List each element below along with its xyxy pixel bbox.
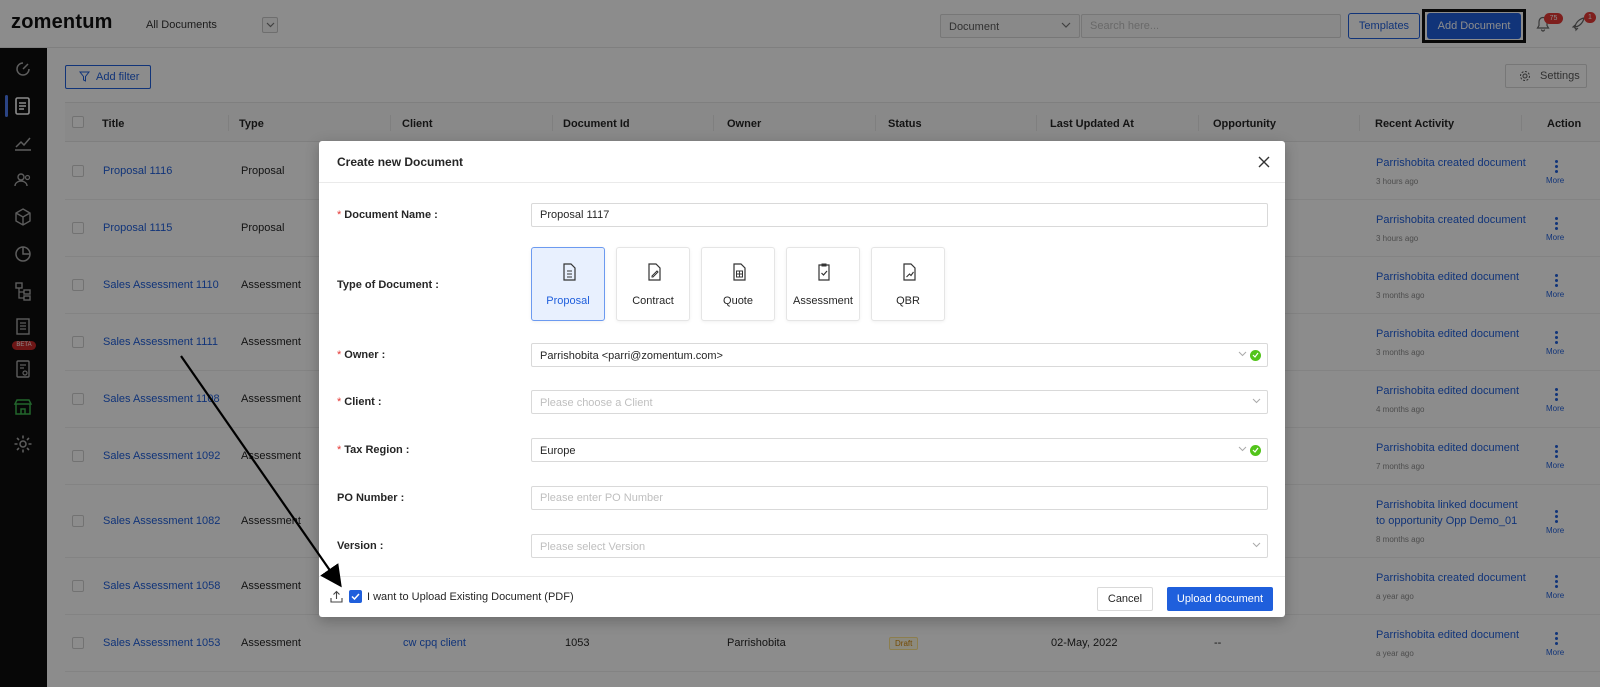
- close-icon[interactable]: [1257, 155, 1271, 169]
- upload-existing-checkbox[interactable]: [349, 590, 362, 603]
- type-card-proposal[interactable]: Proposal: [531, 247, 605, 321]
- check-circle-icon: [1250, 445, 1261, 456]
- create-document-modal: Create new Document *Document Name : Typ…: [319, 141, 1285, 617]
- po-number-input[interactable]: [531, 486, 1268, 510]
- quote-icon: [733, 263, 746, 281]
- chevron-down-icon: [1238, 446, 1247, 452]
- chevron-down-icon: [1252, 542, 1261, 548]
- type-card-qbr[interactable]: QBR: [871, 247, 945, 321]
- client-select[interactable]: Please choose a Client: [531, 390, 1268, 414]
- chevron-down-icon: [1238, 351, 1247, 357]
- chevron-down-icon: [1252, 398, 1261, 404]
- document-name-label-text: Document Name :: [344, 209, 438, 221]
- qbr-icon: [903, 263, 916, 281]
- check-circle-icon: [1250, 350, 1261, 361]
- type-of-document-label: Type of Document :: [337, 279, 439, 291]
- type-card-assessment[interactable]: Assessment: [786, 247, 860, 321]
- type-card-label: Contract: [632, 295, 674, 307]
- assessment-icon: [818, 263, 830, 281]
- tax-region-select[interactable]: Europe: [531, 438, 1268, 462]
- owner-label: * Owner :: [337, 349, 386, 361]
- version-select-placeholder: Please select Version: [540, 541, 646, 553]
- modal-title: Create new Document: [337, 155, 464, 169]
- tax-region-label: * Tax Region :: [337, 444, 410, 456]
- upload-icon: [330, 590, 343, 603]
- type-card-label: Assessment: [793, 295, 853, 307]
- proposal-icon: [563, 263, 576, 281]
- type-card-label: QBR: [896, 295, 920, 307]
- document-name-input[interactable]: [531, 203, 1268, 227]
- modal-header: Create new Document: [319, 141, 1285, 183]
- contract-icon: [648, 263, 661, 281]
- upload-existing-label[interactable]: I want to Upload Existing Document (PDF): [367, 591, 574, 603]
- cancel-button[interactable]: Cancel: [1097, 587, 1153, 611]
- upload-document-button[interactable]: Upload document: [1167, 587, 1273, 611]
- client-label-text: Client :: [344, 396, 382, 408]
- type-card-label: Proposal: [546, 295, 590, 307]
- client-select-placeholder: Please choose a Client: [540, 397, 653, 409]
- tax-region-label-text: Tax Region :: [344, 444, 410, 456]
- type-card-contract[interactable]: Contract: [616, 247, 690, 321]
- type-card-quote[interactable]: Quote: [701, 247, 775, 321]
- modal-footer: I want to Upload Existing Document (PDF)…: [319, 576, 1285, 617]
- version-select[interactable]: Please select Version: [531, 534, 1268, 558]
- owner-select[interactable]: Parrishobita <parri@zomentum.com>: [531, 343, 1268, 367]
- type-card-label: Quote: [723, 295, 753, 307]
- client-label: * Client :: [337, 396, 382, 408]
- owner-select-value: Parrishobita <parri@zomentum.com>: [540, 350, 723, 362]
- po-number-label: PO Number :: [337, 492, 405, 504]
- owner-label-text: Owner :: [344, 349, 386, 361]
- version-label: Version :: [337, 540, 384, 552]
- document-name-label: * Document Name :: [337, 209, 438, 221]
- tax-region-value: Europe: [540, 445, 576, 457]
